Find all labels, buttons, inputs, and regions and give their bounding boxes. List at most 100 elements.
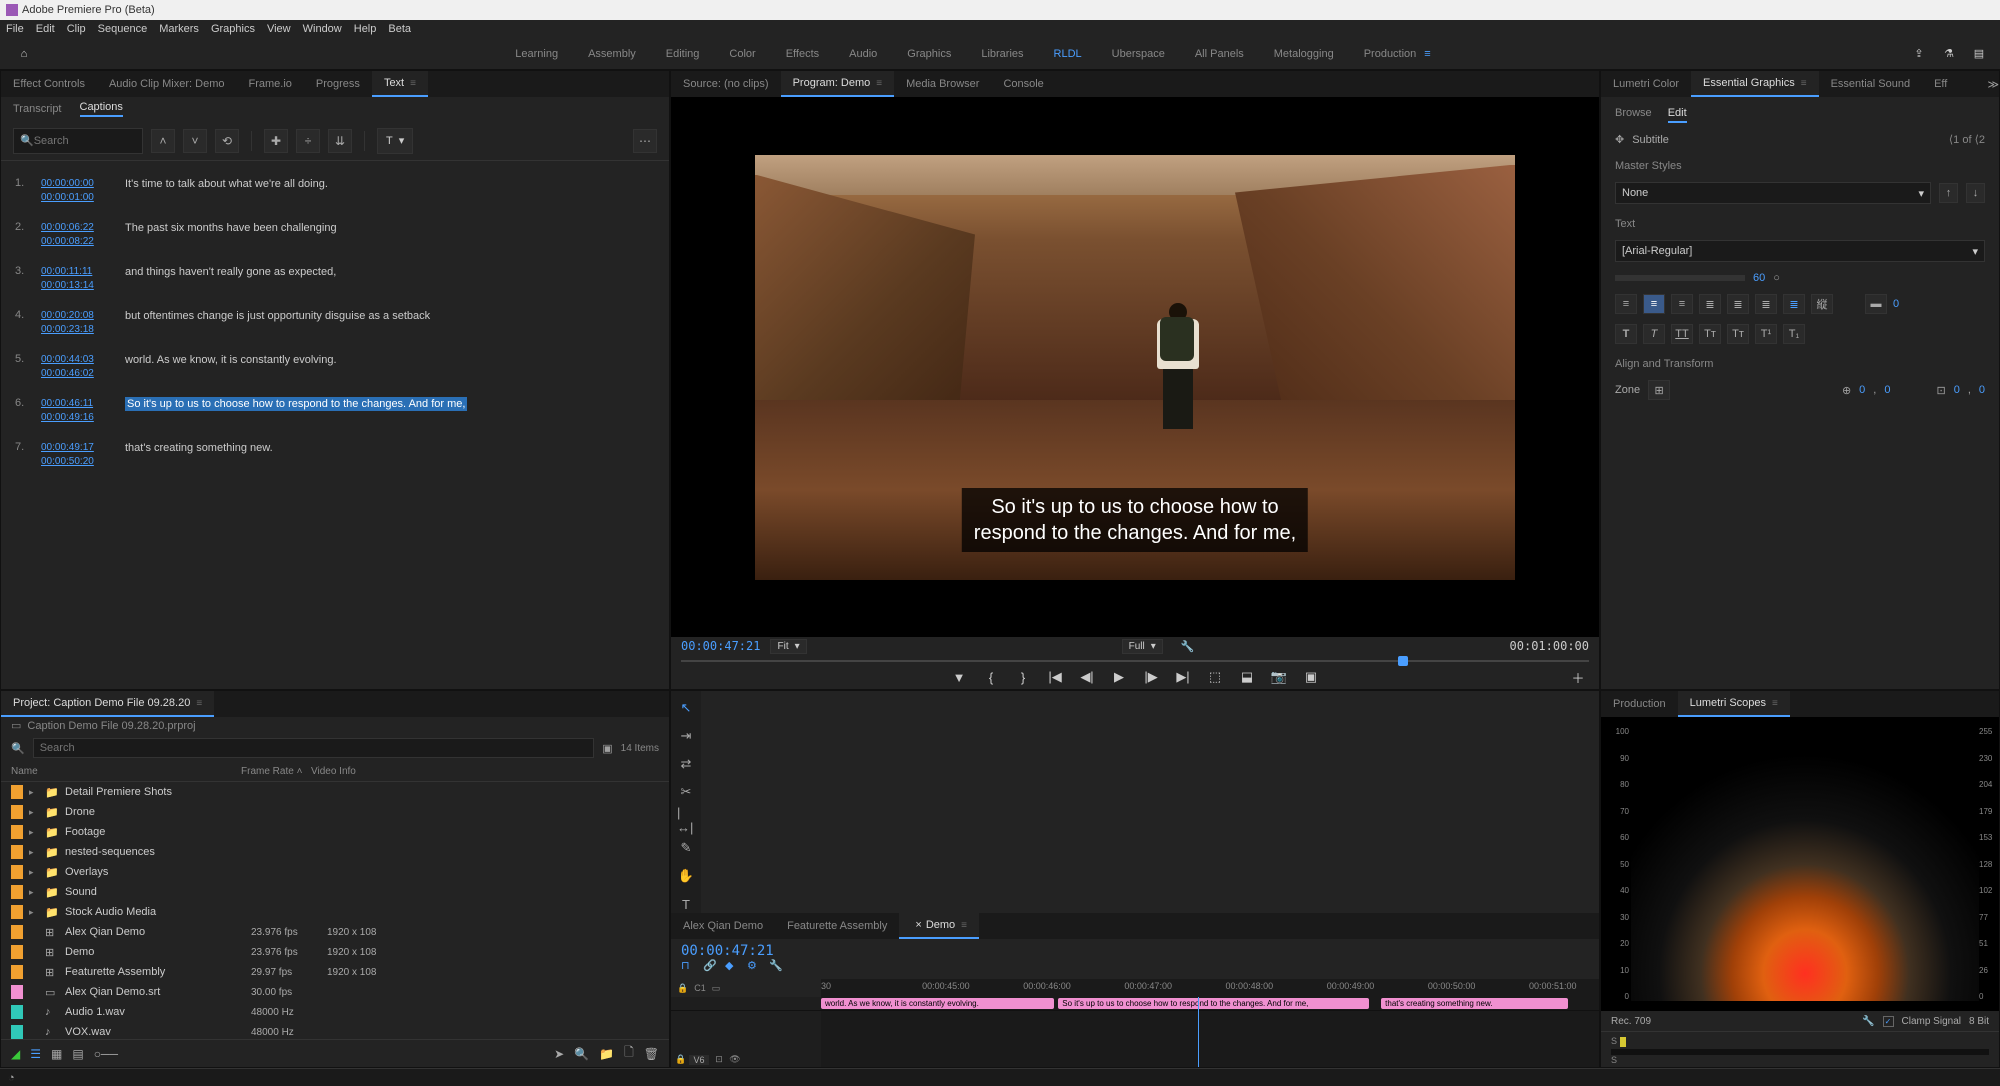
label-swatch[interactable] [11,1025,23,1039]
split-caption-button[interactable]: ÷ [296,129,320,153]
pos-y[interactable]: 0 [1884,384,1890,396]
tracking-value[interactable]: 60 [1753,272,1765,284]
scale-y[interactable]: 0 [1979,384,1985,396]
tab-featurette-assembly[interactable]: Featurette Assembly [775,913,899,939]
label-swatch[interactable] [11,885,23,899]
mark-in-button[interactable]: { [982,668,1000,686]
caption-in-tc[interactable]: 00:00:49:17 [41,441,111,455]
lift-button[interactable]: ⬚ [1206,668,1224,686]
tab-frame.io[interactable]: Frame.io [237,71,304,97]
label-swatch[interactable] [11,805,23,819]
menu-window[interactable]: Window [303,23,342,35]
prev-caption-button[interactable]: ˄ [151,129,175,153]
wrench-icon[interactable]: 🔧 [769,959,785,975]
menu-sequence[interactable]: Sequence [98,23,148,35]
lock-icon[interactable]: 🔒 [675,1054,685,1065]
track-select-tool[interactable]: ⇥ [677,727,695,745]
label-swatch[interactable] [11,1005,23,1019]
menu-beta[interactable]: Beta [388,23,411,35]
project-item[interactable]: ▸ 📁 Footage [1,822,669,842]
project-item[interactable]: ▭ Alex Qian Demo.srt 30.00 fps [1,982,669,1002]
scope-wrench-icon[interactable]: 🔧 [1862,1016,1874,1027]
caption-out-tc[interactable]: 00:00:49:16 [41,411,111,425]
go-to-out-button[interactable]: ▶| [1174,668,1192,686]
program-view[interactable]: So it's up to us to choose how to respon… [671,97,1599,637]
automate-icon[interactable]: ➤ [554,1047,564,1061]
italic-icon[interactable]: T [1643,324,1665,344]
project-item[interactable]: ▸ 📁 nested-sequences [1,842,669,862]
zoom-select[interactable]: Fit▾ [770,639,806,654]
caption-text[interactable]: that's creating something new. [125,441,655,469]
caption-in-tc[interactable]: 00:00:46:11 [41,397,111,411]
scale-x[interactable]: 0 [1954,384,1960,396]
filter-bin-icon[interactable]: ▣ [602,742,612,755]
caption-text[interactable]: world. As we know, it is constantly evol… [125,353,655,381]
label-swatch[interactable] [11,945,23,959]
tab-program-demo[interactable]: Program: Demo≡ [781,71,894,97]
bold-icon[interactable]: T [1615,324,1637,344]
tab-text[interactable]: Text≡ [372,71,428,97]
workspace-production[interactable]: Production [1364,48,1417,60]
label-swatch[interactable] [11,925,23,939]
caption-in-tc[interactable]: 00:00:20:08 [41,309,111,323]
caption-text[interactable]: The past six months have been challengin… [125,221,655,249]
workspace-effects[interactable]: Effects [786,48,819,60]
caption-in-tc[interactable]: 00:00:06:22 [41,221,111,235]
workspace-libraries[interactable]: Libraries [981,48,1023,60]
project-item[interactable]: ▸ 📁 Drone [1,802,669,822]
justify-full-icon[interactable]: ≣ [1783,294,1805,314]
play-button[interactable]: ▶ [1110,668,1128,686]
label-swatch[interactable] [11,905,23,919]
mark-out-button[interactable]: } [1014,668,1032,686]
tab-demo[interactable]: ×Demo≡ [899,913,979,939]
caption-clip[interactable]: world. As we know, it is constantly evol… [821,998,1054,1009]
zoom-slider[interactable]: ○── [94,1047,118,1061]
zone-grid-icon[interactable]: ⊞ [1648,380,1670,400]
wrench-icon[interactable]: 🔧 [1181,640,1195,653]
sync-lock-icon[interactable]: ⊡ [713,1054,725,1065]
type-tool[interactable]: T [677,895,695,913]
panel-menu-icon[interactable]: ≡ [876,78,882,89]
ripple-tool[interactable]: ⇄ [677,755,695,773]
tab-progress[interactable]: Progress [304,71,372,97]
caption-more-button[interactable]: ⋯ [633,129,657,153]
linked-selection-icon[interactable]: 🔗 [703,959,719,975]
add-caption-button[interactable]: ✚ [264,129,288,153]
caption-out-tc[interactable]: 00:00:13:14 [41,279,111,293]
caption-out-tc[interactable]: 00:00:50:20 [41,455,111,469]
merge-caption-button[interactable]: ⇊ [328,129,352,153]
font-select[interactable]: [Arial-Regular]▾ [1615,240,1985,262]
find-icon[interactable]: 🔍 [574,1047,589,1061]
timeline-ruler[interactable]: 3000:00:45:0000:00:46:0000:00:47:0000:00… [821,979,1599,997]
caption-clip[interactable]: So it's up to us to choose how to respon… [1058,998,1369,1009]
marker-icon[interactable]: ◆ [725,959,741,975]
button-editor[interactable]: ＋ [1569,668,1587,686]
menu-view[interactable]: View [267,23,291,35]
caption-row[interactable]: 2. 00:00:06:2200:00:08:22 The past six m… [1,213,669,257]
expand-icon[interactable]: ▸ [29,867,39,878]
caption-clip[interactable]: that's creating something new. [1381,998,1568,1009]
caption-track[interactable]: world. As we know, it is constantly evol… [821,997,1599,1011]
tab-console[interactable]: Console [991,71,1055,97]
col-videoinfo[interactable]: Video Info [311,766,356,777]
allcaps-icon[interactable]: Tᴛ [1699,324,1721,344]
caption-type-select[interactable]: T▾ [377,128,413,154]
workspace-audio[interactable]: Audio [849,48,877,60]
tab-media-browser[interactable]: Media Browser [894,71,991,97]
pos-x[interactable]: 0 [1859,384,1865,396]
workspace-metalogging[interactable]: Metalogging [1274,48,1334,60]
track-header-v6[interactable]: 🔒 V6 ⊡ 👁 [671,1051,821,1068]
project-search-input[interactable] [33,738,595,758]
subtab-captions[interactable]: Captions [80,101,123,117]
align-left-icon[interactable]: ≡ [1615,294,1637,314]
resolution-select[interactable]: Full▾ [1122,639,1163,654]
tab-lumetri-scopes[interactable]: Lumetri Scopes≡ [1678,691,1790,717]
share-icon[interactable]: ⇪ [1910,45,1928,63]
caption-row[interactable]: 4. 00:00:20:0800:00:23:18 but oftentimes… [1,301,669,345]
eye-icon[interactable]: 👁 [729,1054,741,1065]
label-swatch[interactable] [11,785,23,799]
smallcaps-icon[interactable]: Tᴛ [1727,324,1749,344]
snap-icon[interactable]: ⊓ [681,959,697,975]
label-swatch[interactable] [11,985,23,999]
col-framerate[interactable]: Frame Rate [241,766,294,777]
